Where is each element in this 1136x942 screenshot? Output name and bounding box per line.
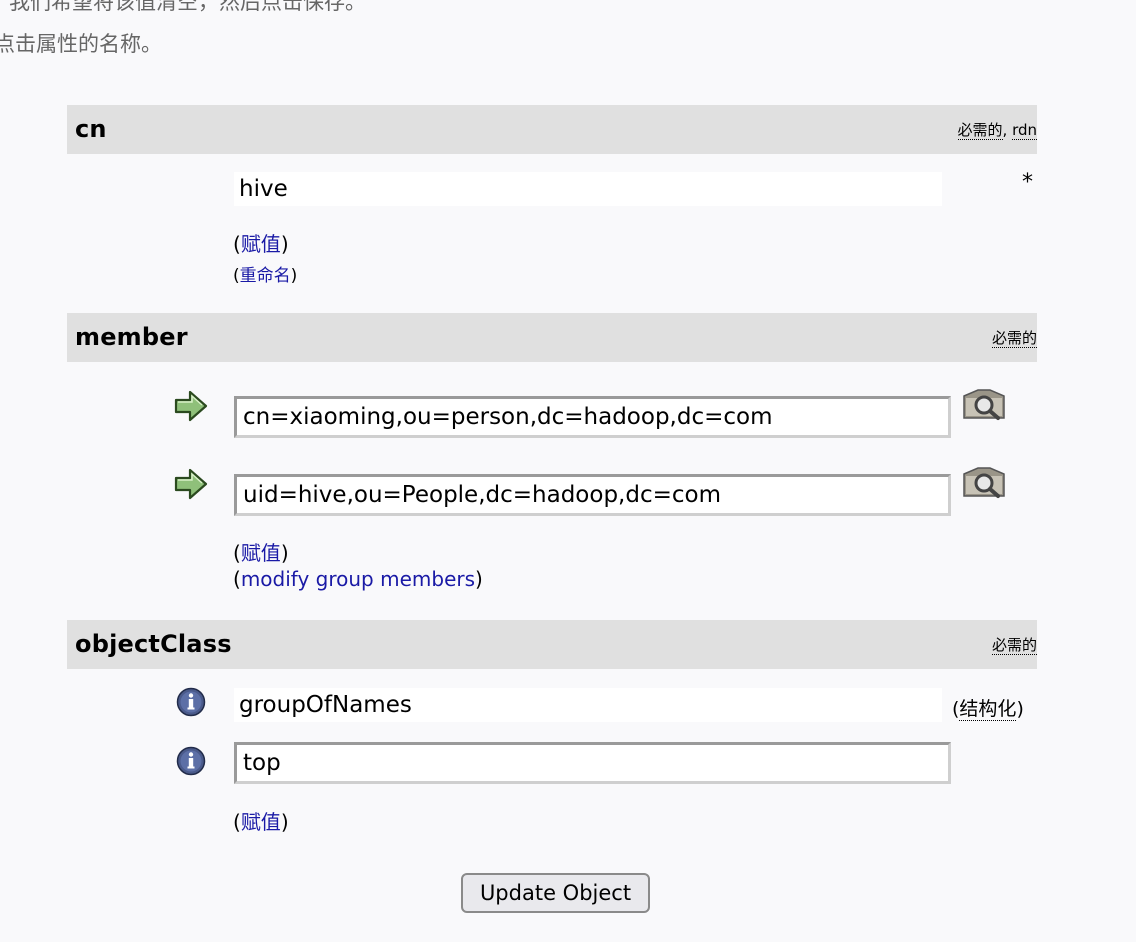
- paren-close: ): [290, 266, 298, 286]
- paren-open: (: [233, 567, 241, 591]
- attribute-header-member: member 必需的: [67, 313, 1037, 362]
- structural-flag: 结构化: [959, 698, 1017, 721]
- attribute-header-cn: cn 必需的, rdn: [67, 105, 1037, 154]
- intro-text-line-1: ，我们希望将该值清空，然后点击保存。: [0, 0, 366, 14]
- paren-close: ): [280, 810, 289, 834]
- member-modify-link: (modify group members): [233, 567, 483, 591]
- objectclass-value-field-1[interactable]: groupOfNames: [234, 688, 942, 722]
- right-arrow-icon[interactable]: [174, 389, 208, 423]
- member-value-input-1[interactable]: [234, 396, 951, 438]
- attribute-flags-objectclass: 必需的: [991, 634, 1037, 655]
- paren-close: ): [280, 232, 289, 256]
- paren-open: (: [233, 541, 241, 565]
- structural-label: (结构化): [952, 694, 1024, 721]
- cn-rename-link: (重命名): [233, 261, 297, 286]
- member-value-input-2[interactable]: [234, 474, 951, 516]
- paren-open: (: [233, 232, 241, 256]
- cn-add-value-link: (赋值): [233, 228, 289, 257]
- flag-separator: ,: [1002, 121, 1013, 139]
- modify-group-members-link[interactable]: modify group members: [241, 567, 475, 591]
- paren-close: ): [1016, 698, 1024, 720]
- paren-close: ): [280, 541, 289, 565]
- magnifier-icon[interactable]: [960, 462, 1008, 502]
- member-add-value-link: (赋值): [233, 537, 289, 566]
- intro-text-line-2: 点击属性的名称。: [0, 32, 162, 56]
- objectclass-add-value-link: (赋值): [233, 806, 289, 835]
- paren-close: ): [475, 567, 483, 591]
- required-flag: 必需的: [991, 329, 1037, 348]
- magnifier-icon[interactable]: [960, 384, 1008, 424]
- right-arrow-icon[interactable]: [174, 467, 208, 501]
- rename-link[interactable]: 重命名: [240, 266, 291, 286]
- add-value-link[interactable]: 赋值: [241, 232, 281, 256]
- required-flag: 必需的: [991, 636, 1037, 655]
- attribute-name-objectclass[interactable]: objectClass: [75, 630, 232, 658]
- objectclass-value-input-2[interactable]: [234, 742, 951, 784]
- required-flag: 必需的: [957, 121, 1003, 140]
- info-icon[interactable]: [176, 687, 206, 717]
- paren-open: (: [233, 810, 241, 834]
- rdn-flag: rdn: [1012, 121, 1037, 140]
- add-value-link[interactable]: 赋值: [241, 541, 281, 565]
- info-icon[interactable]: [176, 746, 206, 776]
- attribute-name-member[interactable]: member: [75, 323, 188, 351]
- attribute-header-objectclass: objectClass 必需的: [67, 620, 1037, 669]
- cn-value-field[interactable]: hive: [234, 172, 942, 206]
- required-marker: *: [1022, 170, 1033, 195]
- attribute-flags-cn: 必需的, rdn: [957, 119, 1037, 140]
- update-object-button[interactable]: Update Object: [461, 873, 650, 913]
- add-value-link[interactable]: 赋值: [241, 810, 281, 834]
- attribute-name-cn[interactable]: cn: [75, 115, 107, 143]
- paren-open: (: [233, 266, 240, 286]
- attribute-flags-member: 必需的: [991, 327, 1037, 348]
